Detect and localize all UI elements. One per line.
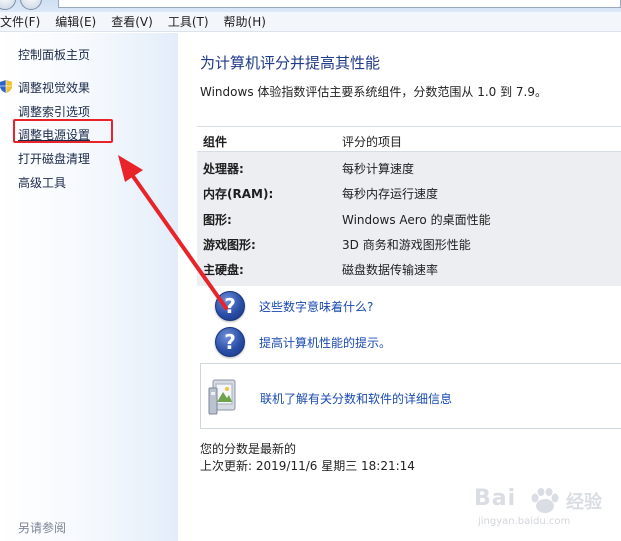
online-info-panel: 联机了解有关分数和软件的详细信息 xyxy=(200,363,621,429)
sidebar-item-advanced-tools[interactable]: 高级工具 xyxy=(18,174,66,191)
watermark-brand-cn: 经验 xyxy=(566,492,602,513)
row-item: 磁盘数据传输速率 xyxy=(342,263,439,277)
annotation-highlight-box xyxy=(13,119,113,143)
sidebar-item-visual-effects[interactable]: 调整视觉效果 xyxy=(18,79,90,96)
component-table: 组件 评分的项目 处理器: 每秒计算速度 内存(RAM): 每秒内存运行速度 图… xyxy=(197,126,621,286)
page-description: Windows 体验指数评估主要系统组件，分数范围从 1.0 到 7.9。 xyxy=(200,85,547,99)
question-icon: ? xyxy=(215,327,245,357)
row-item: Windows Aero 的桌面性能 xyxy=(342,213,491,227)
last-update-text: 上次更新: 2019/11/6 星期三 18:21:14 xyxy=(200,459,415,473)
table-row: 主硬盘: 磁盘数据传输速率 xyxy=(197,257,621,282)
table-header: 组件 评分的项目 xyxy=(197,126,621,152)
see-also-heading: 另请参阅 xyxy=(18,521,67,535)
link-what-numbers-mean[interactable]: 这些数字意味着什么? xyxy=(259,298,373,315)
link-online-scores-info[interactable]: 联机了解有关分数和软件的详细信息 xyxy=(260,390,452,407)
menu-bar: 文件(F) 编辑(E) 查看(V) 工具(T) 帮助(H) xyxy=(0,12,621,32)
sidebar: 控制面板主页 调整视觉效果 调整索引选项 调整电源设置 打开磁盘清理 高级工具 … xyxy=(0,33,178,541)
menu-view[interactable]: 查看(V) xyxy=(103,13,160,30)
header-component: 组件 xyxy=(203,135,228,149)
address-bar[interactable] xyxy=(58,0,621,8)
help-row-performance-tips[interactable]: ? 提高计算机性能的提示。 xyxy=(215,327,391,357)
table-body: 处理器: 每秒计算速度 内存(RAM): 每秒内存运行速度 图形: Window… xyxy=(197,152,621,286)
baidu-watermark: Bai 经验 jingyan.baidu.com xyxy=(474,486,614,534)
menu-edit[interactable]: 编辑(E) xyxy=(47,13,103,30)
link-performance-tips[interactable]: 提高计算机性能的提示。 xyxy=(259,334,391,351)
row-component: 主硬盘: xyxy=(203,263,244,277)
help-row-what-numbers-mean[interactable]: ? 这些数字意味着什么? xyxy=(215,291,373,321)
menu-tools[interactable]: 工具(T) xyxy=(160,13,216,30)
sidebar-item-control-panel-home[interactable]: 控制面板主页 xyxy=(18,46,90,63)
table-row: 内存(RAM): 每秒内存运行速度 xyxy=(197,181,621,206)
watermark-url: jingyan.baidu.com xyxy=(478,516,571,527)
menu-help[interactable]: 帮助(H) xyxy=(216,13,273,30)
score-status: 您的分数是最新的 xyxy=(200,442,297,456)
watermark-brand: Bai xyxy=(474,486,517,511)
menu-file[interactable]: 文件(F) xyxy=(0,13,47,30)
forward-button[interactable] xyxy=(20,0,42,10)
row-component: 处理器: xyxy=(203,162,244,176)
row-item: 3D 商务和游戏图形性能 xyxy=(342,238,471,252)
table-row: 图形: Windows Aero 的桌面性能 xyxy=(197,207,621,232)
row-component: 内存(RAM): xyxy=(203,187,274,201)
sidebar-item-disk-cleanup[interactable]: 打开磁盘清理 xyxy=(18,150,90,167)
row-item: 每秒计算速度 xyxy=(342,162,415,176)
header-rated-item: 评分的项目 xyxy=(342,135,403,149)
row-item: 每秒内存运行速度 xyxy=(342,187,439,201)
table-row: 游戏图形: 3D 商务和游戏图形性能 xyxy=(197,232,621,257)
main-content: 为计算机评分并提高其性能 Windows 体验指数评估主要系统组件，分数范围从 … xyxy=(178,33,621,541)
table-row: 处理器: 每秒计算速度 xyxy=(197,156,621,181)
window-top-strip xyxy=(0,0,621,12)
sidebar-item-index-options[interactable]: 调整索引选项 xyxy=(18,103,90,120)
page-title: 为计算机评分并提高其性能 xyxy=(200,54,381,72)
question-icon: ? xyxy=(215,291,245,321)
row-component: 图形: xyxy=(203,213,232,227)
row-component: 游戏图形: xyxy=(203,238,256,252)
shield-icon xyxy=(0,80,12,93)
back-button[interactable] xyxy=(0,0,16,10)
paw-logo-icon xyxy=(531,488,559,513)
software-box-icon xyxy=(208,379,236,415)
